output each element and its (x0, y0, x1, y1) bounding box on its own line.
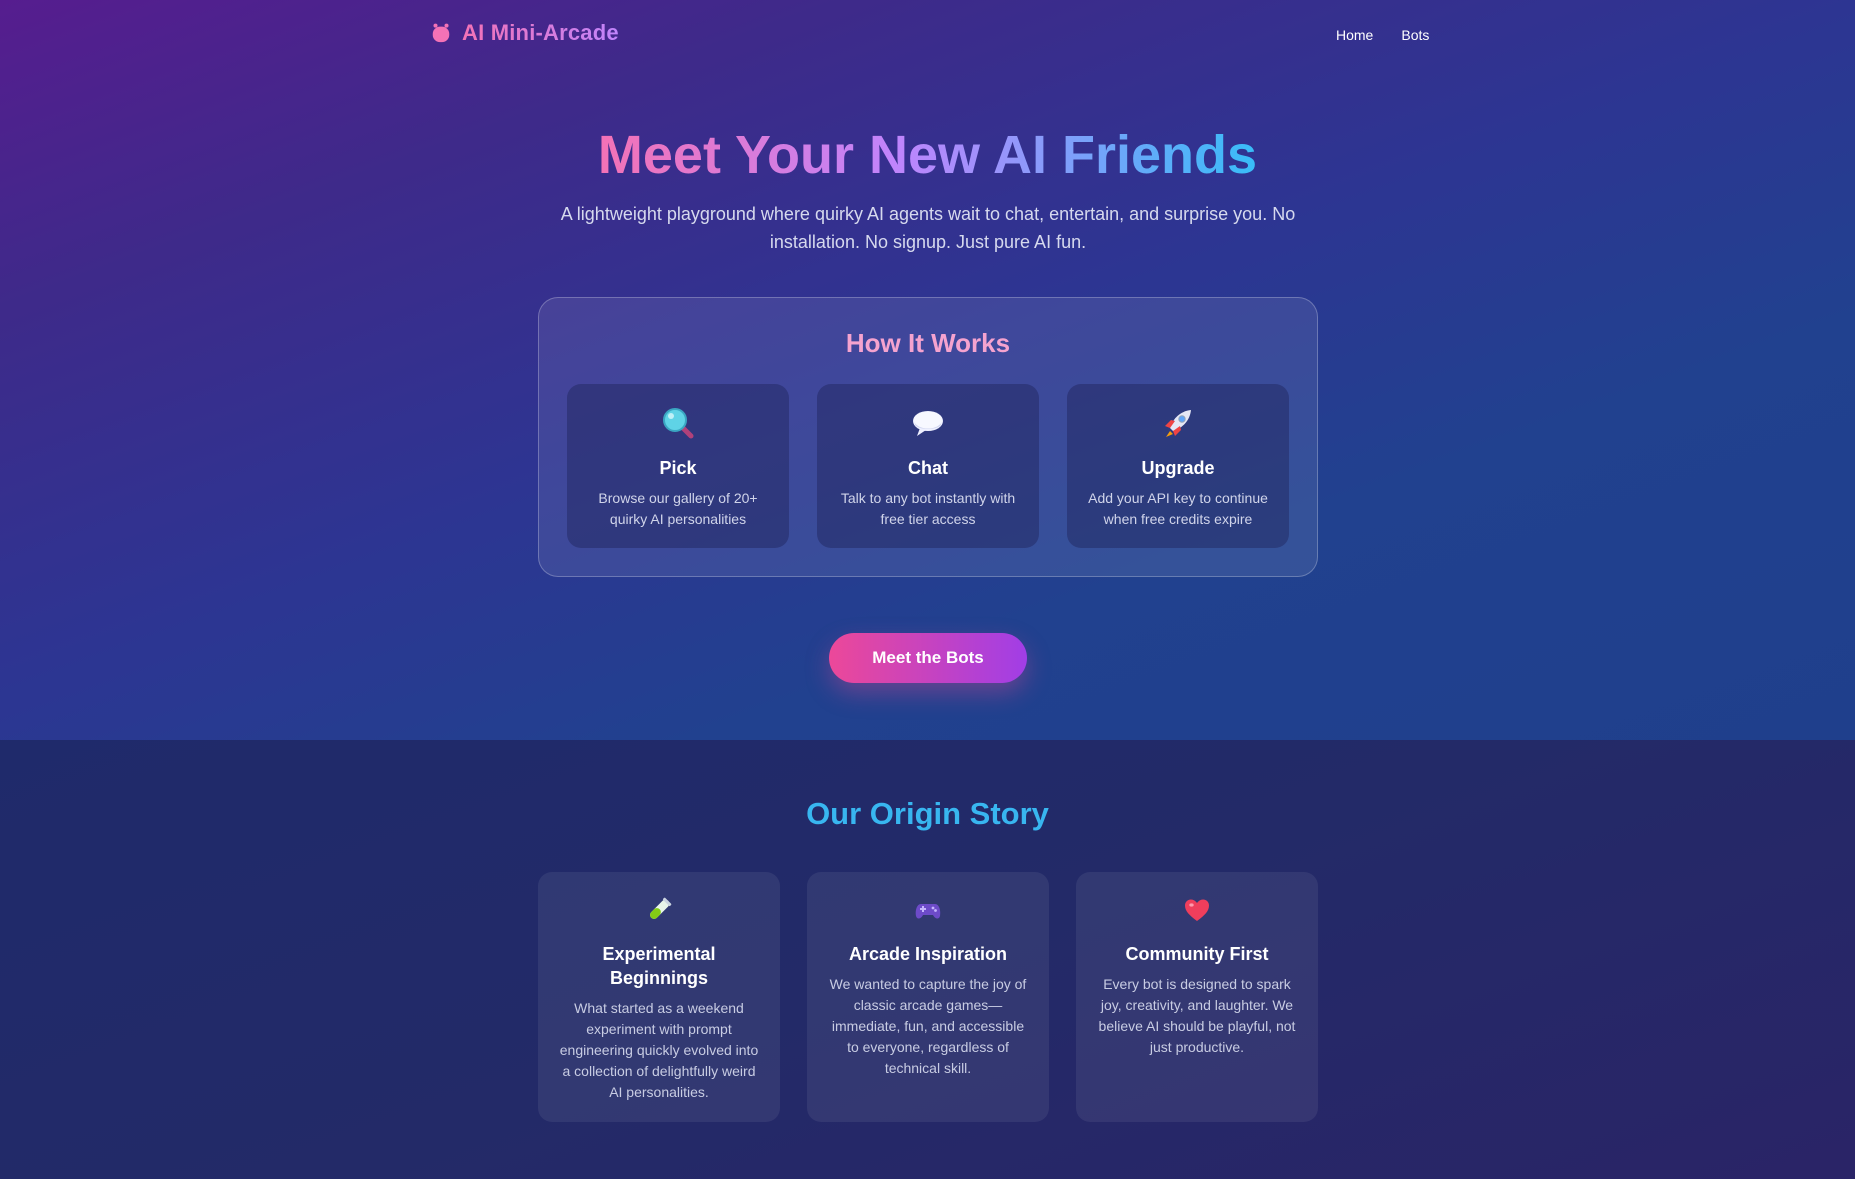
story-title: Experimental Beginnings (602, 944, 716, 988)
story-title: Arcade Inspiration (848, 944, 1008, 964)
step-description: Add your API key to continue when free c… (1088, 490, 1268, 527)
nav-link-home[interactable]: Home (1336, 27, 1373, 43)
meet-the-bots-button[interactable]: Meet the Bots (829, 633, 1027, 683)
robot-icon (432, 23, 450, 43)
nav-link-bots[interactable]: Bots (1401, 27, 1429, 43)
step-card-pick: Pick Browse our gallery of 20+ quirky AI… (567, 384, 789, 548)
story-description: Every bot is designed to spark joy, crea… (1098, 976, 1296, 1055)
game-controller-icon (807, 896, 1049, 926)
origin-story-section: Our Origin Story Experimental Beginnings… (0, 740, 1855, 1179)
story-card-experimental: Experimental Beginnings What started as … (538, 872, 780, 1122)
magnifier-icon (567, 406, 789, 442)
speech-bubble-icon (817, 406, 1039, 442)
step-card-chat: Chat Talk to any bot instantly with free… (817, 384, 1039, 548)
step-card-upgrade: Upgrade Add your API key to continue whe… (1067, 384, 1289, 548)
brand-name: AI Mini-Arcade (462, 20, 619, 45)
how-it-works-title: How It Works (845, 328, 1011, 358)
top-nav: AI Mini-Arcade Home Bots (0, 0, 1855, 72)
step-title: Upgrade (1141, 458, 1215, 478)
story-description: What started as a weekend experiment wit… (559, 1000, 759, 1100)
step-description: Browse our gallery of 20+ quirky AI pers… (598, 490, 758, 527)
hero-section: AI Mini-Arcade Home Bots Meet Your New A… (0, 0, 1855, 740)
hero-subtitle: A lightweight playground where quirky AI… (560, 204, 1296, 252)
nav-links: Home Bots (1336, 27, 1429, 43)
origin-story-title: Our Origin Story (806, 796, 1049, 831)
step-title: Pick (659, 458, 697, 478)
hero-title: Meet Your New AI Friends (597, 125, 1258, 185)
story-card-community: Community First Every bot is designed to… (1076, 872, 1318, 1122)
test-tube-icon (538, 896, 780, 926)
story-description: We wanted to capture the joy of classic … (829, 976, 1027, 1076)
step-description: Talk to any bot instantly with free tier… (840, 490, 1016, 527)
story-title: Community First (1125, 944, 1269, 964)
story-card-arcade: Arcade Inspiration We wanted to capture … (807, 872, 1049, 1122)
how-it-works-card: How It Works Pick Browse our gallery of … (538, 297, 1318, 577)
brand-logo-link[interactable]: AI Mini-Arcade (430, 20, 619, 46)
heart-icon (1076, 896, 1318, 926)
step-title: Chat (908, 458, 948, 478)
rocket-icon (1067, 406, 1289, 442)
